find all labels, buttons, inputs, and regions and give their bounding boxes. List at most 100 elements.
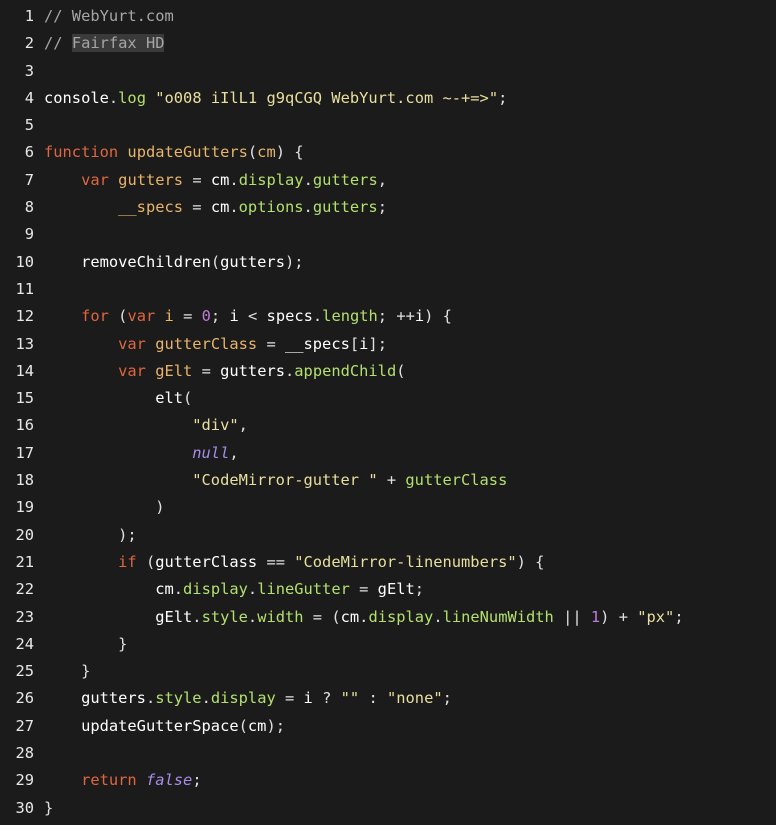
code-line[interactable]: 5 — [0, 112, 776, 139]
code-line[interactable]: 2 // Fairfax HD — [0, 30, 776, 57]
line-content: } — [44, 631, 127, 658]
code-line[interactable]: 1 // WebYurt.com — [0, 3, 776, 30]
code-token: display — [368, 607, 434, 626]
code-token: lineGutter — [257, 580, 350, 599]
code-token: "" — [340, 689, 360, 708]
code-token: = — [173, 307, 202, 326]
line-content: } — [44, 658, 90, 685]
code-token: cm — [210, 170, 230, 189]
code-line[interactable]: 29 return false; — [0, 767, 776, 794]
code-token: = — [257, 334, 285, 353]
code-token: ( — [247, 143, 258, 162]
line-number: 12 — [15, 307, 34, 326]
code-token: cm — [210, 198, 230, 217]
code-line[interactable]: 14 var gElt = gutters.appendChild( — [0, 358, 776, 385]
code-token: ]; — [368, 334, 387, 353]
code-line[interactable]: 21 if (gutterClass == "CodeMirror-linenu… — [0, 549, 776, 576]
code-token: 1 — [590, 607, 601, 626]
code-token: gutters — [312, 198, 378, 217]
code-line[interactable]: 20 ); — [0, 522, 776, 549]
code-line[interactable]: 17 null, — [0, 440, 776, 467]
code-token: ; — [377, 198, 387, 217]
code-token: 0 — [201, 307, 211, 326]
code-token: . — [229, 170, 239, 189]
line-number: 18 — [15, 471, 34, 490]
code-token: "CodeMirror-linenumbers" — [294, 552, 517, 571]
code-line[interactable]: 7 var gutters = cm.display.gutters, — [0, 167, 776, 194]
code-line[interactable]: 6 function updateGutters(cm) { — [0, 139, 776, 166]
code-line[interactable]: 11 — [0, 276, 776, 303]
line-content: null, — [44, 440, 239, 467]
code-token: } — [44, 634, 128, 653]
code-line[interactable]: 23 gElt.style.width = (cm.display.lineNu… — [0, 604, 776, 631]
code-line[interactable]: 4 console.log "o008 iIlL1 g9qCGQ WebYurt.… — [0, 85, 776, 112]
code-line[interactable]: 13 var gutterClass = __specs[i]; — [0, 331, 776, 358]
code-token: gutters — [81, 689, 146, 708]
line-content: console.log "o008 iIlL1 g9qCGQ WebYurt.c… — [44, 85, 507, 112]
code-line[interactable]: 27 updateGutterSpace(cm); — [0, 713, 776, 740]
code-token: ? — [312, 689, 341, 708]
code-line[interactable]: 10 removeChildren(gutters); — [0, 249, 776, 276]
code-token: } — [44, 798, 54, 817]
code-editor[interactable]: 1// WebYurt.com 2// Fairfax HD 3 4 console.l… — [0, 0, 776, 825]
code-token: ( — [108, 307, 128, 326]
line-content: ) — [44, 494, 164, 521]
code-token: cm — [340, 607, 360, 626]
code-token: i — [414, 307, 425, 326]
code-line[interactable]: 3 — [0, 58, 776, 85]
code-line[interactable]: 24 } — [0, 631, 776, 658]
code-line[interactable]: 16 "div", — [0, 412, 776, 439]
code-token: ; — [414, 580, 425, 599]
line-number: 20 — [15, 525, 34, 544]
line-number: 9 — [24, 225, 34, 244]
code-token: ) { — [424, 307, 452, 326]
code-token: updateGutters — [127, 143, 248, 162]
code-token: "o008 iIlL1 g9qCGQ WebYurt.com ~-+=>" — [155, 88, 499, 107]
code-token: . — [201, 689, 211, 708]
line-content: } — [44, 795, 53, 822]
code-line[interactable]: 8 __specs = cm.options.gutters; — [0, 194, 776, 221]
code-token: width — [257, 607, 304, 626]
code-token: length — [322, 307, 378, 326]
line-content: // WebYurt.com — [44, 3, 174, 30]
code-token: } — [44, 662, 91, 681]
code-line[interactable]: 25 } — [0, 658, 776, 685]
code-token: gutters — [220, 252, 285, 271]
code-token: if — [118, 552, 137, 571]
code-line[interactable]: 18 "CodeMirror-gutter " + gutterClass — [0, 467, 776, 494]
code-line[interactable]: 19 ) — [0, 494, 776, 521]
code-line[interactable]: 28 — [0, 740, 776, 767]
code-token: __specs — [284, 334, 350, 353]
code-token: ); — [284, 252, 304, 271]
code-token: __specs — [118, 198, 184, 217]
code-token: ; — [210, 307, 230, 326]
code-line[interactable]: 26 gutters.style.display = i ? "" : "non… — [0, 685, 776, 712]
line-content: var gutters = cm.display.gutters, — [44, 167, 387, 194]
code-token: : — [359, 689, 387, 708]
code-line[interactable]: 9 — [0, 221, 776, 248]
line-number: 29 — [15, 771, 34, 790]
code-line[interactable]: 15 elt( — [0, 385, 776, 412]
code-token: . — [312, 307, 323, 326]
code-token: gElt — [377, 580, 415, 599]
line-number: 16 — [15, 416, 34, 435]
code-token: "none" — [387, 689, 443, 708]
code-token: , — [229, 443, 239, 462]
code-token: false — [145, 771, 193, 790]
code-line[interactable]: 22 cm.display.lineGutter = gElt; — [0, 576, 776, 603]
code-area[interactable]: 1// WebYurt.com 2// Fairfax HD 3 4 console.l… — [0, 3, 776, 822]
code-line[interactable]: 30} — [0, 795, 776, 822]
code-token: ( — [136, 552, 156, 571]
line-number: 13 — [15, 334, 34, 353]
line-number: 14 — [15, 361, 34, 380]
code-line[interactable]: 12 for (var i = 0; i < specs.length; ++i… — [0, 303, 776, 330]
line-number: 10 — [15, 252, 34, 271]
code-token: < — [238, 307, 267, 326]
